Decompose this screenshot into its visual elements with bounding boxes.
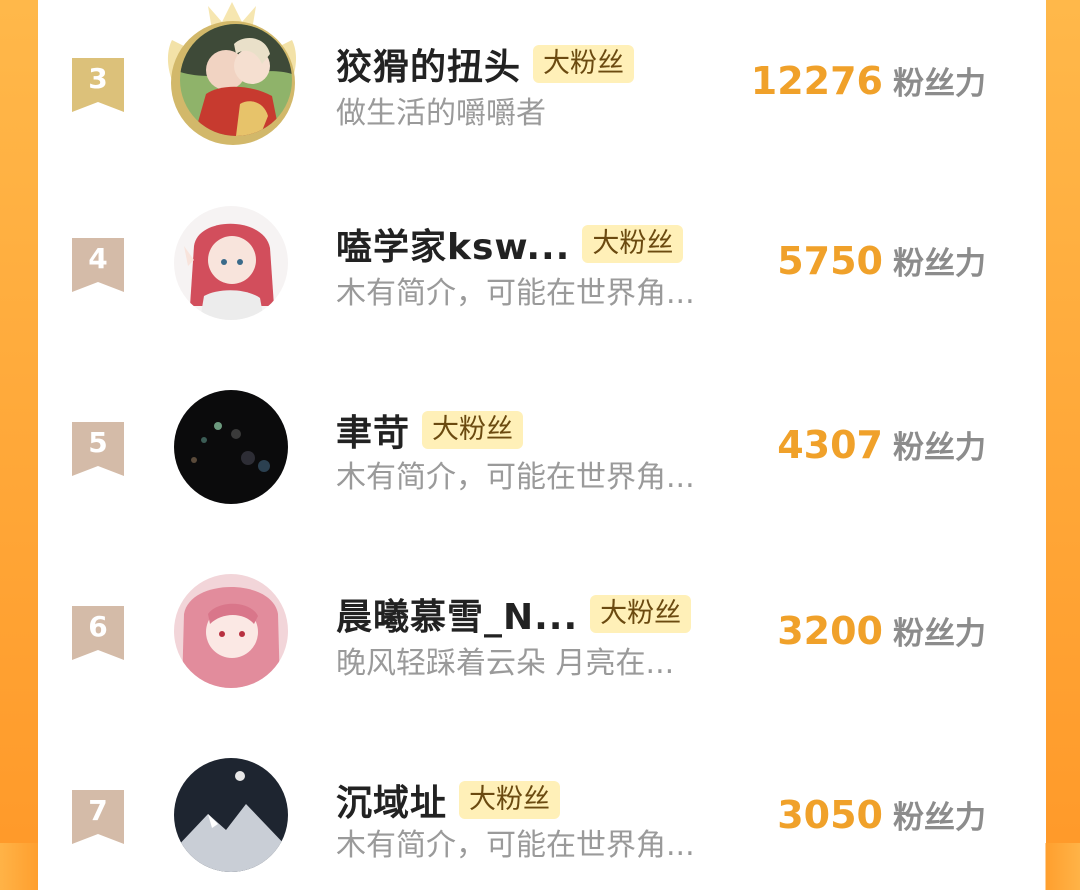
user-bio: 做生活的嚼嚼者: [336, 96, 546, 131]
fan-power-value: 3200: [777, 609, 883, 653]
avatar[interactable]: [180, 24, 292, 136]
fan-power: 12276 粉丝力: [751, 58, 986, 103]
rank-badge: 5: [72, 422, 124, 476]
user-name[interactable]: 沉域址: [336, 774, 447, 826]
fan-power-unit: 粉丝力: [893, 616, 986, 652]
rank-number: 6: [88, 610, 108, 643]
fan-level-badge: 大粉丝: [459, 781, 561, 819]
user-name[interactable]: 晨曦慕雪_N...: [336, 588, 578, 640]
right-orange-border: [1046, 0, 1080, 843]
fan-level-badge: 大粉丝: [582, 225, 684, 263]
user-name[interactable]: 嗑学家ksw...: [336, 218, 570, 270]
rank-badge: 4: [72, 238, 124, 292]
user-bio: 晚风轻踩着云朵 月亮在...: [336, 646, 675, 681]
fan-power-value: 5750: [777, 239, 883, 283]
rank-number: 3: [88, 62, 108, 95]
fan-level-badge: 大粉丝: [422, 411, 524, 449]
name-line: 嗑学家ksw... 大粉丝: [336, 218, 684, 270]
fan-level-badge: 大粉丝: [533, 45, 635, 83]
rank-badge: 6: [72, 606, 124, 660]
name-line: 聿苛 大粉丝: [336, 404, 524, 456]
fan-power-value: 4307: [777, 423, 883, 467]
user-bio: 木有简介，可能在世界角...: [336, 460, 695, 495]
fan-level-badge: 大粉丝: [590, 595, 692, 633]
fan-power-unit: 粉丝力: [893, 430, 986, 466]
name-line: 晨曦慕雪_N... 大粉丝: [336, 588, 692, 640]
fan-power-unit: 粉丝力: [893, 66, 986, 102]
fan-ranking-list: 3 狡猾的扭头 大粉丝 做生活的嚼嚼者 12276 粉丝力 4 嗑学家ksw..…: [38, 0, 1046, 872]
list-item[interactable]: 3 狡猾的扭头 大粉丝 做生活的嚼嚼者 12276 粉丝力: [38, 2, 1046, 154]
avatar[interactable]: [174, 758, 288, 872]
list-item[interactable]: 7 沉域址 大粉丝 木有简介，可能在世界角... 3050 粉丝力: [38, 740, 1046, 890]
fan-power-unit: 粉丝力: [893, 800, 986, 836]
avatar[interactable]: [174, 206, 288, 320]
fan-power: 3200 粉丝力: [777, 608, 986, 653]
user-name[interactable]: 狡猾的扭头: [336, 38, 521, 90]
rank-number: 7: [88, 794, 108, 827]
fan-power-unit: 粉丝力: [893, 246, 986, 282]
rank-number: 5: [88, 426, 108, 459]
name-line: 沉域址 大粉丝: [336, 774, 561, 826]
fan-power-value: 3050: [777, 793, 883, 837]
fan-power: 4307 粉丝力: [777, 422, 986, 467]
user-bio: 木有简介，可能在世界角...: [336, 276, 695, 311]
avatar[interactable]: [174, 390, 288, 504]
left-orange-border: [0, 0, 38, 843]
avatar[interactable]: [174, 574, 288, 688]
list-item[interactable]: 6 晨曦慕雪_N... 大粉丝 晚风轻踩着云朵 月亮在... 3200 粉丝力: [38, 556, 1046, 706]
rank-badge: 7: [72, 790, 124, 844]
rank-badge: 3: [72, 58, 124, 112]
list-item[interactable]: 4 嗑学家ksw... 大粉丝 木有简介，可能在世界角... 5750 粉丝力: [38, 188, 1046, 338]
fan-power: 5750 粉丝力: [777, 238, 986, 283]
user-name[interactable]: 聿苛: [336, 404, 410, 456]
fan-power-value: 12276: [750, 59, 883, 103]
list-item[interactable]: 5 聿苛 大粉丝 木有简介，可能在世界角... 4307 粉丝力: [38, 372, 1046, 522]
fan-power: 3050 粉丝力: [777, 792, 986, 837]
user-bio: 木有简介，可能在世界角...: [336, 828, 695, 863]
rank-number: 4: [88, 242, 108, 275]
name-line: 狡猾的扭头 大粉丝: [336, 38, 635, 90]
